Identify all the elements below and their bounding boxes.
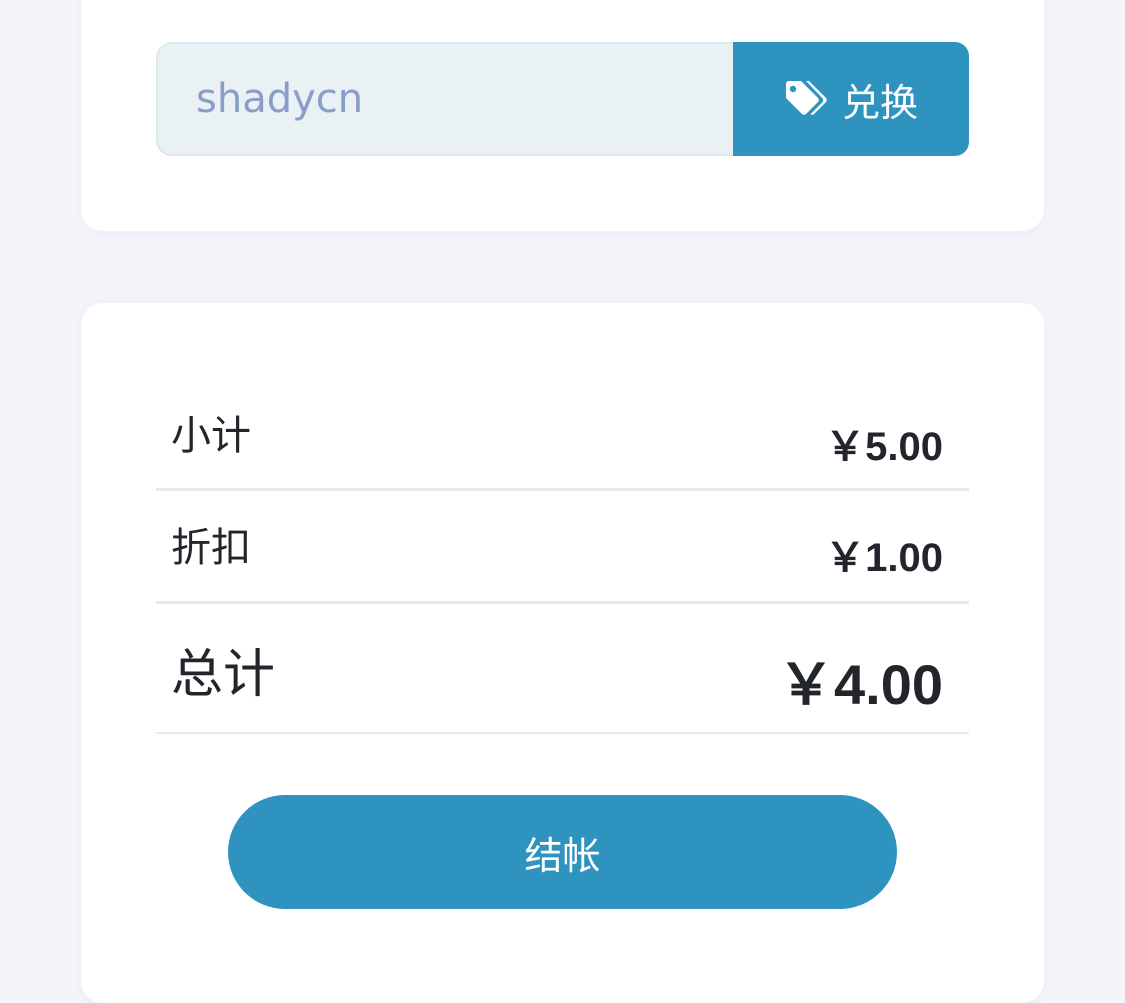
total-label: 总计 <box>171 645 276 705</box>
discount-label: 折扣 <box>171 525 251 571</box>
checkout-button[interactable]: 结帐 <box>228 795 897 909</box>
total-row: 总计 ￥4.00 <box>156 604 969 734</box>
coupon-code-input[interactable] <box>156 42 733 156</box>
subtotal-label: 小计 <box>171 413 251 459</box>
coupon-card: 兑换 <box>81 0 1044 231</box>
total-value: ￥4.00 <box>778 653 943 716</box>
discount-row: 折扣 ￥1.00 <box>156 491 969 604</box>
redeem-button-label: 兑换 <box>841 80 918 125</box>
coupon-form: 兑换 <box>156 42 969 156</box>
tag-icon <box>784 80 828 118</box>
subtotal-row: 小计 ￥5.00 <box>156 378 969 491</box>
discount-value: ￥1.00 <box>825 536 943 580</box>
order-summary-card: 小计 ￥5.00 折扣 ￥1.00 总计 ￥4.00 结帐 <box>81 303 1044 1003</box>
redeem-button[interactable]: 兑换 <box>733 42 969 156</box>
subtotal-value: ￥5.00 <box>825 425 943 469</box>
